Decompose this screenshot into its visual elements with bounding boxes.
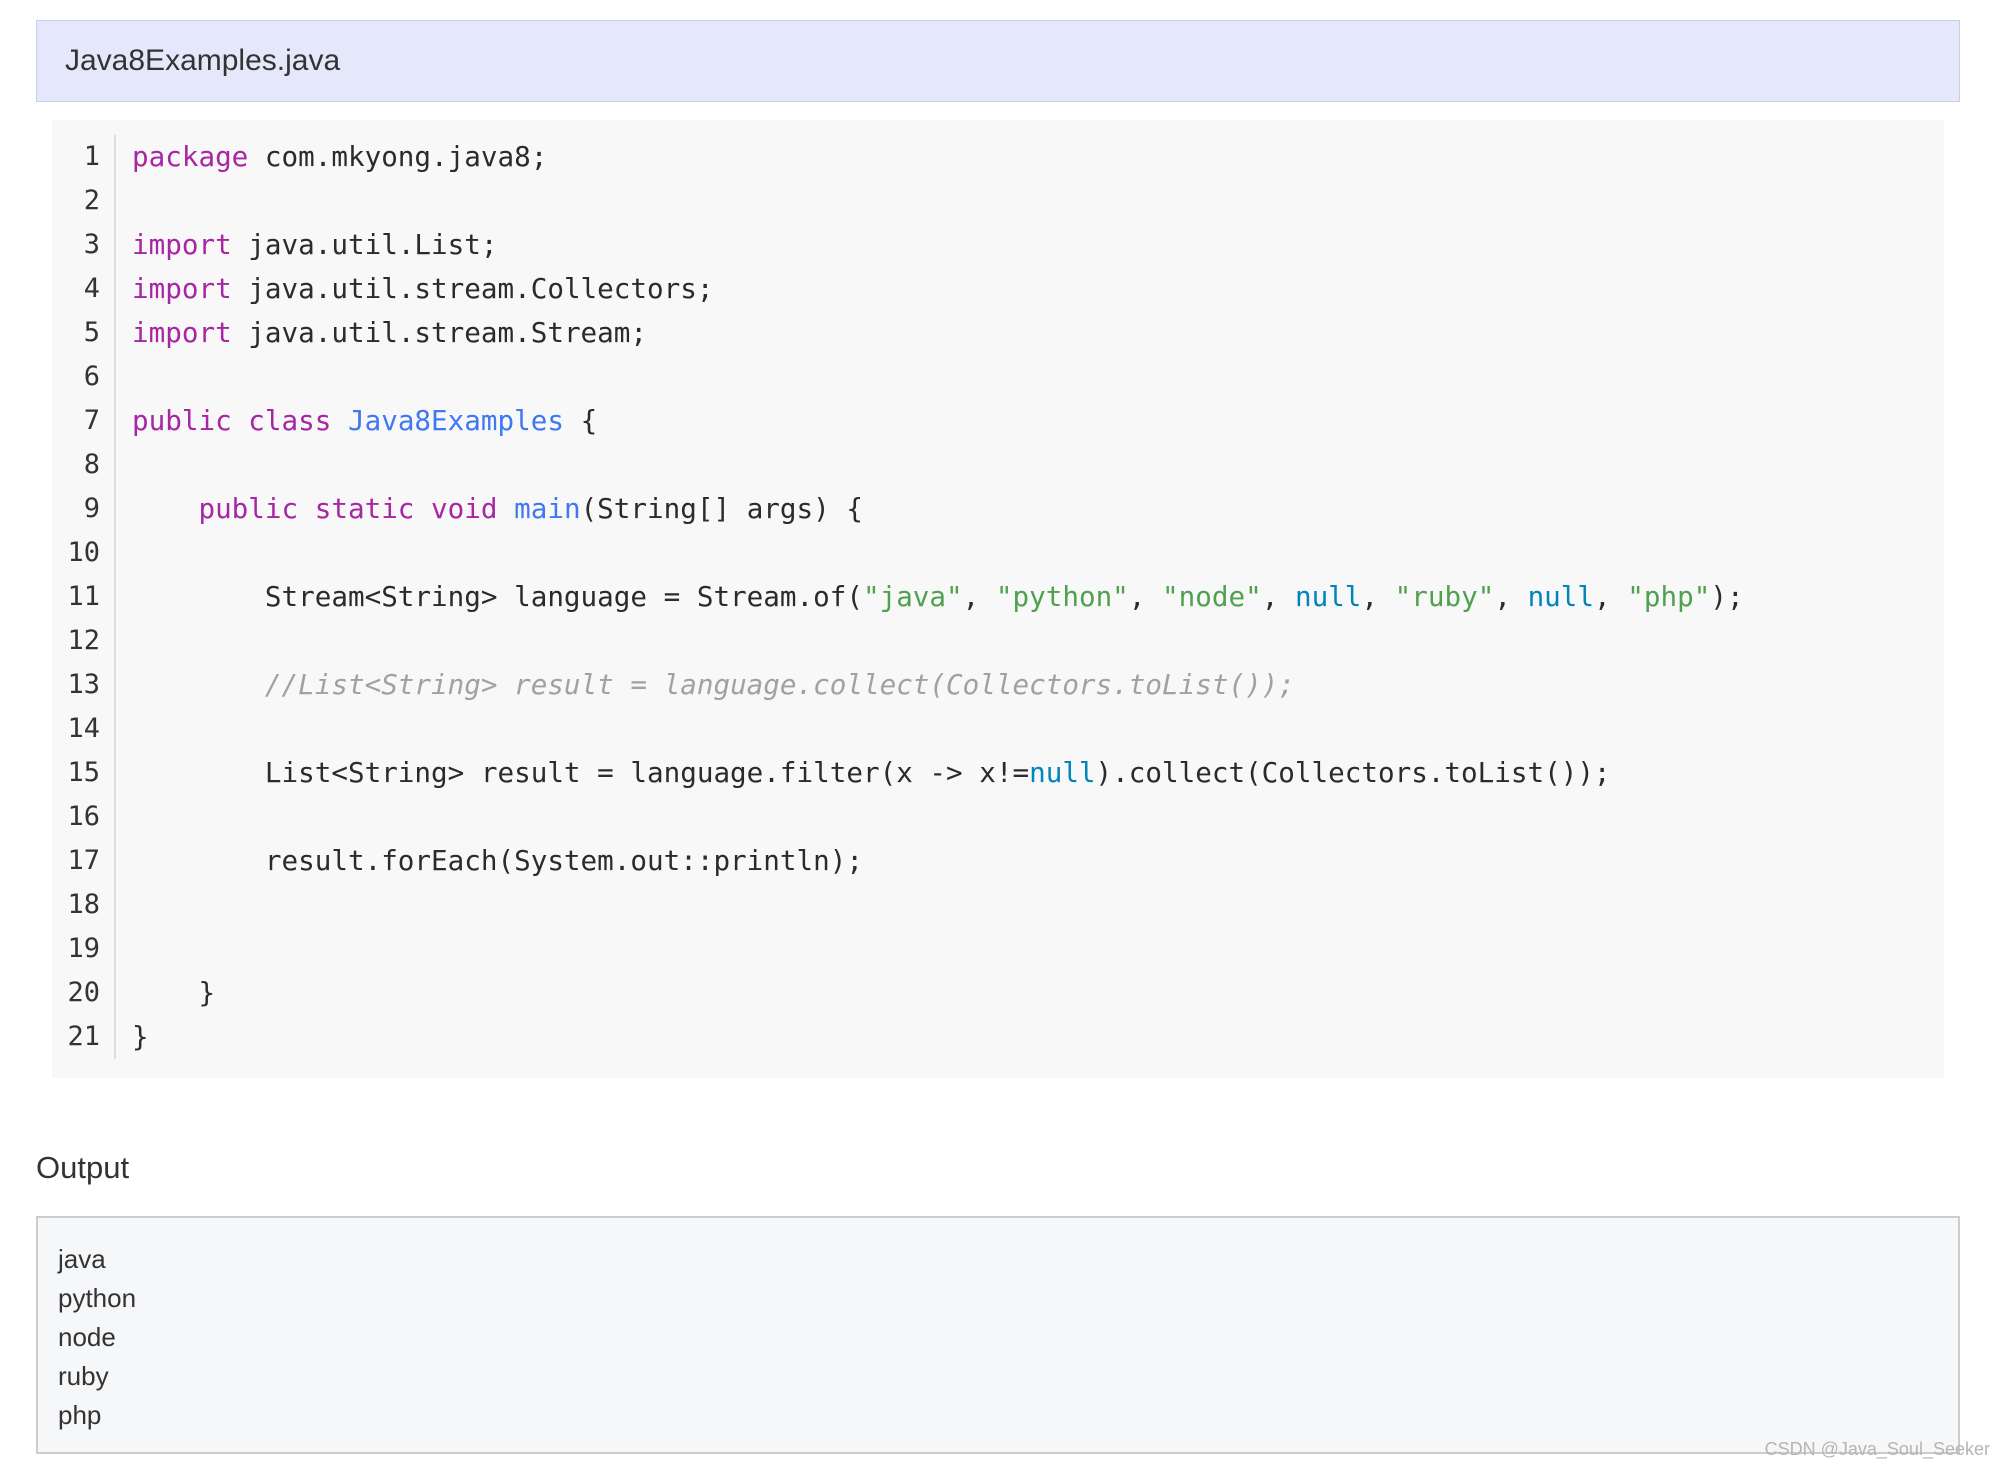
output-line: php	[58, 1400, 102, 1430]
code-line: import java.util.stream.Stream;	[132, 311, 1924, 355]
code-line: //List<String> result = language.collect…	[132, 663, 1924, 707]
line-number: 9	[83, 493, 100, 524]
line-number: 18	[67, 889, 100, 920]
output-line: java	[58, 1244, 106, 1274]
code-line: public static void main(String[] args) {	[132, 487, 1924, 531]
code-token: ,	[1128, 580, 1163, 613]
line-number: 12	[67, 625, 100, 656]
code-token: null	[1294, 580, 1362, 613]
code-token: {	[563, 404, 598, 437]
code-token: import	[132, 316, 232, 349]
line-number: 8	[83, 449, 100, 480]
line-number: 20	[67, 977, 100, 1008]
line-number: 2	[83, 185, 100, 216]
code-token: "python"	[995, 580, 1129, 613]
watermark: CSDN @Java_Soul_Seeker	[1764, 1439, 1990, 1459]
code-token: ,	[1594, 580, 1628, 613]
code-token: ,	[1261, 580, 1295, 613]
code-token: java.util.List;	[231, 228, 498, 261]
output-heading: Output	[36, 1150, 130, 1185]
code-token: main	[514, 492, 581, 525]
line-number: 21	[67, 1021, 100, 1052]
code-token: result.forEach(System.out::println);	[132, 844, 863, 877]
code-token: Stream<String> language = Stream.of(	[132, 580, 863, 613]
code-token: }	[132, 976, 216, 1009]
line-number-gutter: 1 2 3 4 5 6 7 8 9 10 11 12 13 14 15 16 17 18 19 20 21	[52, 135, 116, 1059]
output-box: java python node ruby php	[36, 1216, 1960, 1454]
output-line: node	[58, 1322, 116, 1352]
code-token: import	[132, 228, 232, 261]
line-number: 15	[67, 757, 100, 788]
code-line: }	[132, 971, 1924, 1015]
code-token: com.mkyong.java8;	[248, 140, 548, 173]
line-number: 17	[67, 845, 100, 876]
code-line: package com.mkyong.java8;	[132, 135, 1924, 179]
code-line: public class Java8Examples {	[132, 399, 1924, 443]
output-line: ruby	[58, 1361, 109, 1391]
code-token: Java8Examples	[347, 404, 564, 437]
code-token: (String[] args) {	[580, 492, 863, 525]
code-line: }	[132, 1015, 1924, 1059]
line-number: 1	[83, 141, 100, 172]
code-token: public class	[132, 404, 332, 437]
code-line: import java.util.stream.Collectors;	[132, 267, 1924, 311]
line-number: 14	[67, 713, 100, 744]
code-token: ).collect(Collectors.toList());	[1095, 756, 1611, 789]
code-token: }	[132, 1020, 149, 1053]
line-number: 5	[83, 317, 100, 348]
line-number: 19	[67, 933, 100, 964]
code-token: ,	[1361, 580, 1395, 613]
code-token: ,	[1494, 580, 1528, 613]
line-number: 11	[67, 581, 100, 612]
code-token: java.util.stream.Stream;	[231, 316, 648, 349]
code-line: Stream<String> language = Stream.of("jav…	[132, 575, 1924, 619]
code-token: //List<String> result = language.collect…	[264, 668, 1295, 701]
line-number: 7	[83, 405, 100, 436]
output-line: python	[58, 1283, 137, 1313]
code-line: result.forEach(System.out::println);	[132, 839, 1924, 883]
code-token: java.util.stream.Collectors;	[231, 272, 714, 305]
line-number: 4	[83, 273, 100, 304]
file-title-bar: Java8Examples.java	[36, 20, 1960, 102]
code-token: "php"	[1627, 580, 1711, 613]
file-name: Java8Examples.java	[65, 44, 341, 77]
code-token: "java"	[862, 580, 963, 613]
line-number: 6	[83, 361, 100, 392]
code-token: null	[1527, 580, 1595, 613]
line-number: 3	[83, 229, 100, 260]
code-token: package	[132, 140, 249, 173]
code-token: "node"	[1162, 580, 1262, 613]
code-line: List<String> result = language.filter(x …	[132, 751, 1924, 795]
code-token: );	[1710, 580, 1744, 613]
code-token: ,	[962, 580, 996, 613]
line-number: 16	[67, 801, 100, 832]
code-token: null	[1029, 756, 1096, 789]
code-token: "ruby"	[1394, 580, 1495, 613]
code-content: package com.mkyong.java8; import java.ut…	[132, 135, 1924, 1059]
code-token: import	[132, 272, 232, 305]
code-token: public static void	[198, 492, 498, 525]
line-number: 13	[67, 669, 100, 700]
code-block: 1 2 3 4 5 6 7 8 9 10 11 12 13 14 15 16 17 18 19 20 21 packag…	[52, 120, 1944, 1078]
line-number: 10	[67, 537, 100, 568]
code-token: List<String> result = language.filter(x …	[132, 756, 1030, 789]
code-line: import java.util.List;	[132, 223, 1924, 267]
